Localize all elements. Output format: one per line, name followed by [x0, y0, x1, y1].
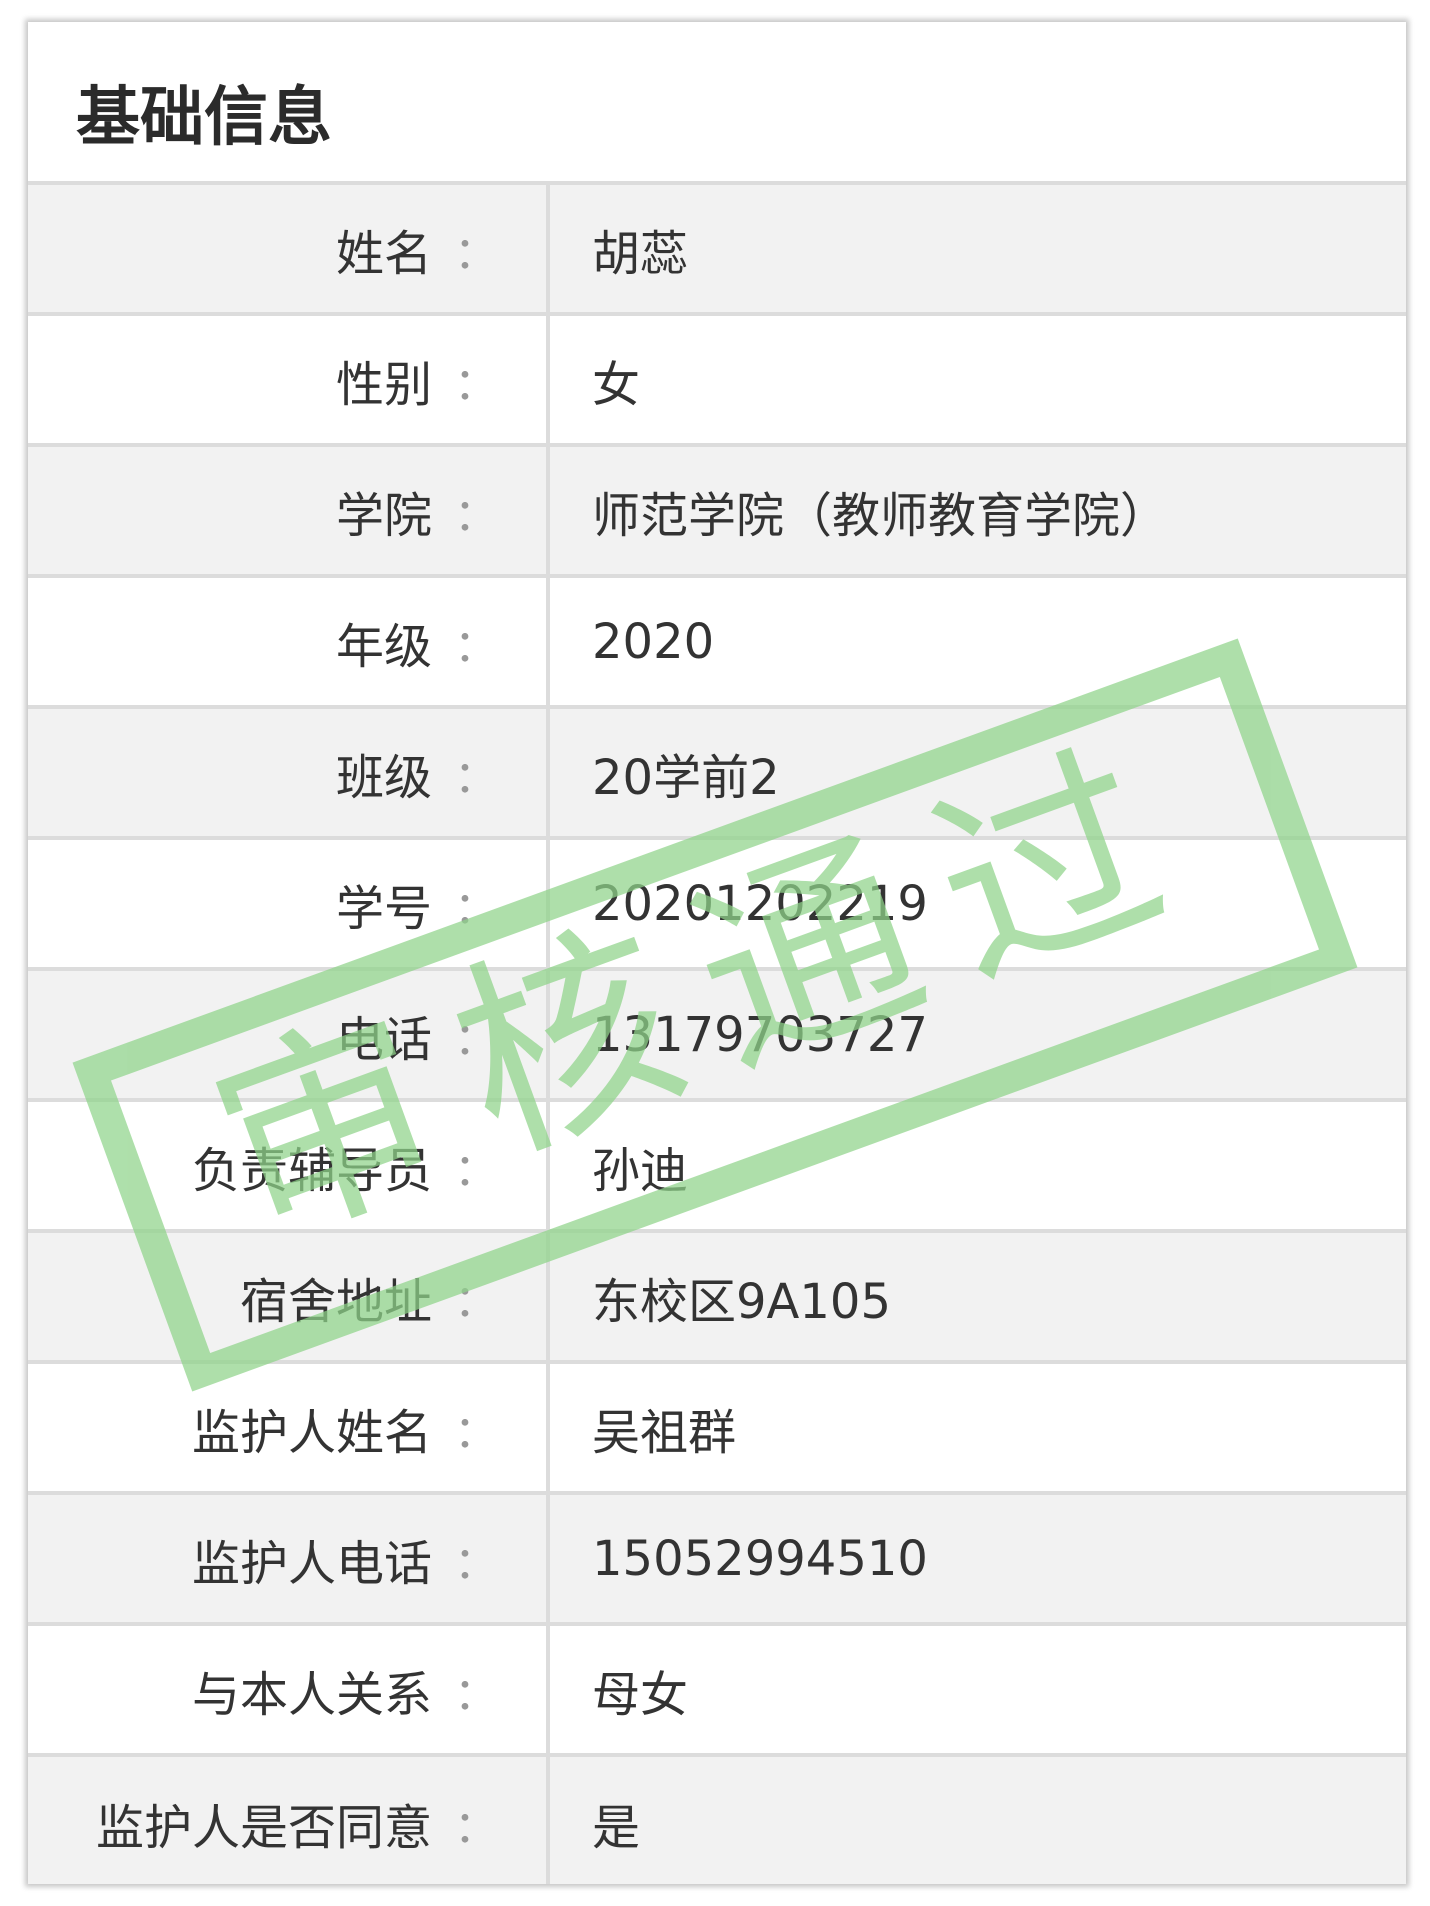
field-row-name: 姓名 ： 胡蕊 [28, 185, 1406, 316]
field-value: 女 [592, 356, 641, 413]
field-colon: ： [454, 1144, 498, 1196]
field-label: 姓名 [335, 225, 432, 282]
field-label: 班级 [335, 749, 432, 806]
field-value: 13179703727 [592, 1006, 928, 1063]
field-label-cell: 宿舍地址 ： [28, 1233, 550, 1360]
field-value: 20学前2 [592, 749, 780, 806]
card-title: 基础信息 [28, 22, 1406, 185]
field-label-cell: 性别 ： [28, 316, 550, 443]
field-label: 年级 [335, 618, 432, 675]
field-colon: ： [454, 1801, 498, 1853]
field-value: 母女 [592, 1666, 689, 1723]
field-row-relationship: 与本人关系 ： 母女 [28, 1626, 1406, 1757]
field-row-guardian-name: 监护人姓名 ： 吴祖群 [28, 1364, 1406, 1495]
field-label-cell: 年级 ： [28, 578, 550, 705]
field-row-gender: 性别 ： 女 [28, 316, 1406, 447]
field-row-class: 班级 ： 20学前2 [28, 709, 1406, 840]
field-value: 胡蕊 [592, 225, 689, 282]
field-colon: ： [454, 882, 498, 934]
field-label-cell: 监护人电话 ： [28, 1495, 550, 1622]
field-label: 电话 [335, 1011, 432, 1068]
field-colon: ： [454, 751, 498, 803]
field-value: 东校区9A105 [592, 1273, 891, 1330]
field-row-phone: 电话 ： 13179703727 [28, 971, 1406, 1102]
field-value: 吴祖群 [592, 1404, 737, 1461]
field-row-grade: 年级 ： 2020 [28, 578, 1406, 709]
info-table: 姓名 ： 胡蕊 性别 ： 女 学院 ： 师范学院（教师教育学院） 年级 ： 2020 班… [28, 185, 1406, 1884]
field-label: 宿舍地址 [239, 1273, 432, 1330]
field-label-cell: 监护人是否同意 ： [28, 1757, 550, 1884]
field-colon: ： [454, 358, 498, 410]
field-colon: ： [454, 489, 498, 541]
field-value: 2020 [592, 613, 715, 670]
field-label: 监护人电话 [191, 1535, 432, 1592]
field-value: 孙迪 [592, 1142, 689, 1199]
field-row-dorm: 宿舍地址 ： 东校区9A105 [28, 1233, 1406, 1364]
field-label-cell: 电话 ： [28, 971, 550, 1098]
field-label-cell: 监护人姓名 ： [28, 1364, 550, 1491]
field-label: 负责辅导员 [191, 1142, 432, 1199]
field-label: 学号 [335, 880, 432, 937]
field-value: 师范学院（教师教育学院） [592, 487, 1169, 544]
field-colon: ： [454, 1537, 498, 1589]
field-colon: ： [454, 1275, 498, 1327]
field-row-counselor: 负责辅导员 ： 孙迪 [28, 1102, 1406, 1233]
field-label-cell: 姓名 ： [28, 185, 550, 312]
field-label-cell: 学院 ： [28, 447, 550, 574]
field-label: 与本人关系 [191, 1666, 432, 1723]
field-label-cell: 与本人关系 ： [28, 1626, 550, 1753]
field-label: 监护人姓名 [191, 1404, 432, 1461]
field-row-student-id: 学号 ： 20201202219 [28, 840, 1406, 971]
field-colon: ： [454, 1013, 498, 1065]
field-label-cell: 负责辅导员 ： [28, 1102, 550, 1229]
field-row-guardian-phone: 监护人电话 ： 15052994510 [28, 1495, 1406, 1626]
field-label: 学院 [335, 487, 432, 544]
field-value: 20201202219 [592, 875, 928, 932]
field-value: 是 [592, 1799, 641, 1856]
field-label: 监护人是否同意 [95, 1799, 432, 1856]
field-colon: ： [454, 1668, 498, 1720]
basic-info-card: 基础信息 姓名 ： 胡蕊 性别 ： 女 学院 ： 师范学院（教师教育学院） 年级 ： 2… [28, 22, 1406, 1884]
field-row-guardian-consent: 监护人是否同意 ： 是 [28, 1757, 1406, 1884]
field-colon: ： [454, 227, 498, 279]
field-label: 性别 [335, 356, 432, 413]
field-value: 15052994510 [592, 1530, 928, 1587]
field-label-cell: 班级 ： [28, 709, 550, 836]
field-row-college: 学院 ： 师范学院（教师教育学院） [28, 447, 1406, 578]
field-label-cell: 学号 ： [28, 840, 550, 967]
field-colon: ： [454, 620, 498, 672]
field-colon: ： [454, 1406, 498, 1458]
